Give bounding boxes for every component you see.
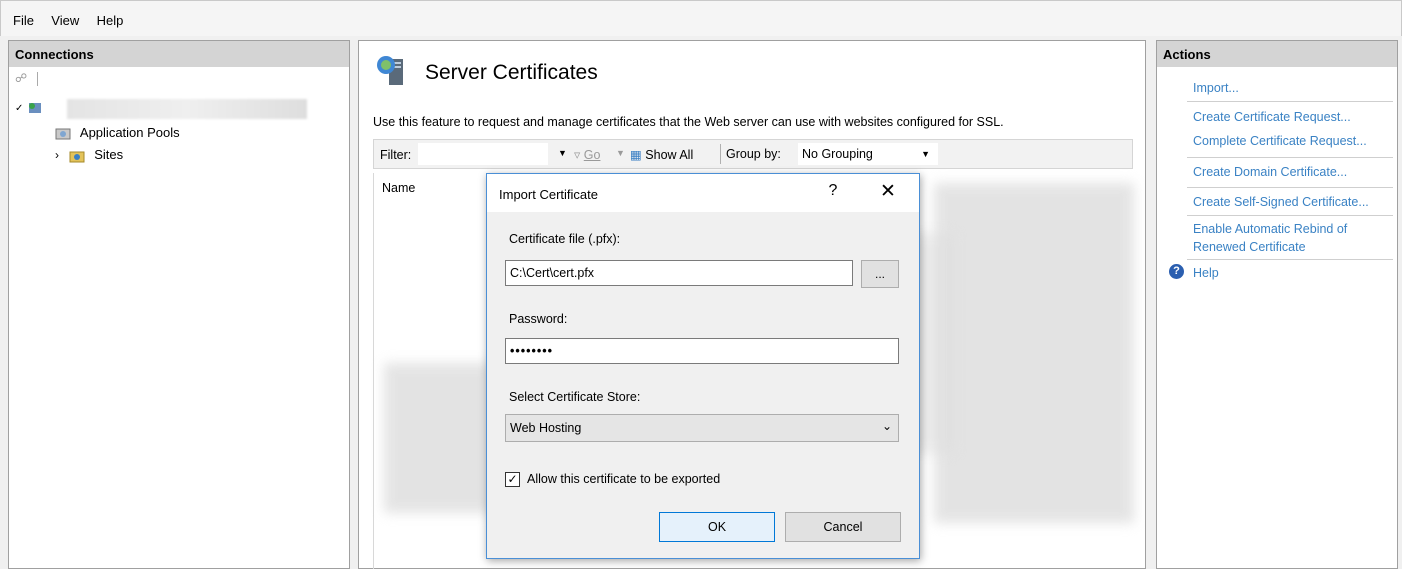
tree-item-sites-label: Sites <box>94 147 124 162</box>
password-label: Password: <box>509 312 568 326</box>
action-separator <box>1187 215 1393 216</box>
action-create-self-signed-cert[interactable]: Create Self-Signed Certificate... <box>1193 195 1369 209</box>
filter-dropdown-icon[interactable]: ▼ <box>558 148 567 158</box>
group-by-value: No Grouping <box>802 147 873 161</box>
chevron-right-icon[interactable]: › <box>55 148 59 162</box>
go-label: Go <box>583 148 601 162</box>
group-by-label: Group by: <box>726 147 781 161</box>
funnel-icon: ▿ <box>574 148 581 162</box>
action-help[interactable]: Help <box>1193 266 1219 280</box>
dialog-title: Import Certificate <box>499 187 598 202</box>
actions-header: Actions <box>1157 41 1397 67</box>
connections-header: Connections <box>9 41 349 67</box>
filter-label: Filter: <box>380 148 412 162</box>
tree-item-app-pools[interactable]: Application Pools <box>55 125 180 141</box>
connections-pane: Connections ☍ ✓ Application Pools › Site… <box>8 40 350 569</box>
page-title: Server Certificates <box>425 61 598 84</box>
cert-file-label: Certificate file (.pfx): <box>509 232 621 246</box>
app-pools-icon <box>55 128 71 140</box>
menu-bar: File View Help <box>0 0 1402 36</box>
action-complete-cert-request[interactable]: Complete Certificate Request... <box>1193 134 1367 148</box>
browse-button[interactable]: ... <box>861 260 899 288</box>
chevron-down-icon[interactable]: ✓ <box>15 103 23 114</box>
sites-folder-icon <box>69 151 85 163</box>
action-create-cert-request[interactable]: Create Certificate Request... <box>1193 110 1351 124</box>
group-by-dropdown-icon: ▼ <box>921 149 930 159</box>
allow-export-label: Allow this certificate to be exported <box>527 472 721 486</box>
import-certificate-dialog: Import Certificate ? ✕ Certificate file … <box>486 173 920 559</box>
chevron-down-icon: ⌄ <box>881 419 892 433</box>
cert-store-select[interactable]: Web Hosting ⌄ <box>505 414 899 442</box>
tree-item-app-pools-label: Application Pools <box>79 125 180 140</box>
dialog-body: Certificate file (.pfx): C:\Cert\cert.pf… <box>487 212 919 558</box>
cert-file-input[interactable]: C:\Cert\cert.pfx <box>505 260 853 286</box>
close-icon[interactable]: ✕ <box>877 180 899 203</box>
menu-view[interactable]: View <box>51 13 79 28</box>
tree-item-sites[interactable]: › Sites <box>55 147 123 163</box>
action-separator <box>1187 187 1393 188</box>
action-separator <box>1187 157 1393 158</box>
actions-pane: Actions Import... Create Certificate Req… <box>1156 40 1398 569</box>
cert-store-value: Web Hosting <box>510 421 582 435</box>
show-all-label: Show All <box>645 148 694 162</box>
allow-export-checkbox[interactable]: ✓ <box>505 472 520 487</box>
action-create-domain-cert[interactable]: Create Domain Certificate... <box>1193 165 1347 179</box>
filter-input[interactable] <box>418 143 548 165</box>
page-description: Use this feature to request and manage c… <box>373 115 1004 129</box>
action-import[interactable]: Import... <box>1193 81 1239 95</box>
action-enable-auto-rebind-line1[interactable]: Enable Automatic Rebind of <box>1193 222 1347 236</box>
toolbar-separator <box>36 71 38 86</box>
connections-toolbar: ☍ <box>9 67 349 91</box>
action-separator <box>1187 101 1393 102</box>
cancel-button[interactable]: Cancel <box>785 512 901 542</box>
back-icon[interactable]: ☍ <box>15 71 27 85</box>
filter-separator <box>720 144 721 164</box>
group-by-select[interactable]: No Grouping ▼ <box>798 143 938 165</box>
ok-button[interactable]: OK <box>659 512 775 542</box>
action-enable-auto-rebind-line2[interactable]: Renewed Certificate <box>1193 240 1306 254</box>
password-field[interactable]: •••••••• <box>505 338 899 364</box>
show-all-button[interactable]: ▦ Show All <box>630 147 693 162</box>
server-icon <box>29 102 42 113</box>
column-header-name[interactable]: Name <box>382 181 415 195</box>
tree-server-node[interactable]: ✓ <box>15 99 49 115</box>
action-separator <box>1187 259 1393 260</box>
dialog-help-button[interactable]: ? <box>823 182 843 200</box>
go-button[interactable]: ▿ Go <box>574 147 600 162</box>
redacted-content <box>934 183 1134 523</box>
menu-help[interactable]: Help <box>97 13 124 28</box>
filter-bar: Filter: ▼ ▿ Go ▼ ▦ Show All Group by: No… <box>373 139 1133 169</box>
cert-store-label: Select Certificate Store: <box>509 390 641 404</box>
server-name-redacted <box>67 99 307 119</box>
redacted-content <box>384 363 494 513</box>
show-all-icon: ▦ <box>630 148 642 162</box>
menu-file[interactable]: File <box>13 13 34 28</box>
certificate-server-icon <box>377 56 403 85</box>
go-dropdown-icon[interactable]: ▼ <box>616 148 625 158</box>
help-icon: ? <box>1169 264 1184 279</box>
